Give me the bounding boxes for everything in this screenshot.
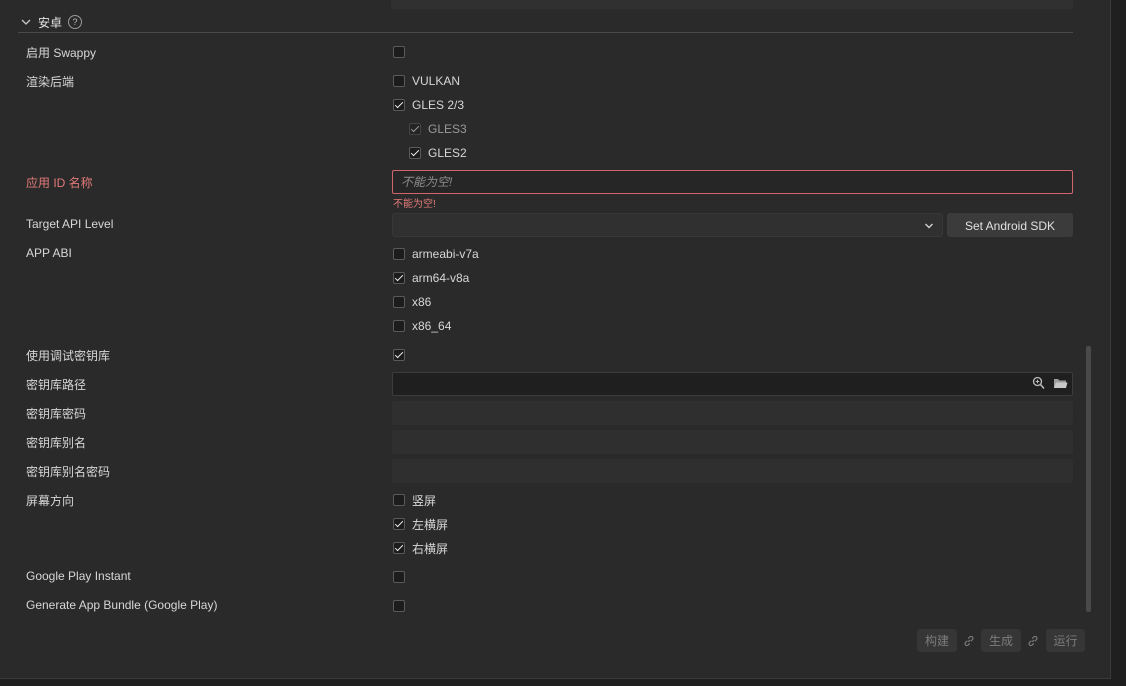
app-bundle-row[interactable] [393,598,405,614]
landscape-left-checkbox[interactable] [393,518,405,530]
link-icon [1028,635,1038,647]
render-backend-gles23[interactable]: GLES 2/3 [393,97,464,113]
gles2-label: GLES2 [428,146,467,160]
vulkan-label: VULKAN [412,74,461,88]
abi-x86[interactable]: x86 [393,294,431,310]
use-debug-keystore-row[interactable] [393,347,405,363]
make-button[interactable]: 生成 [981,629,1021,652]
render-backend-label: 渲染后端 [26,75,75,89]
orientation-landscape-left[interactable]: 左横屏 [393,516,448,532]
use-debug-keystore-label: 使用调试密钥库 [26,349,111,363]
x86-64-checkbox[interactable] [393,320,405,332]
x86-label: x86 [412,295,432,309]
section-title: 安卓 [38,15,63,30]
google-play-instant-checkbox[interactable] [393,571,405,583]
landscape-right-label: 右横屏 [412,541,449,556]
app-id-input[interactable] [393,171,1072,193]
x86-64-label: x86_64 [412,319,452,333]
swappy-label: 启用 Swappy [26,46,97,60]
app-id-field[interactable] [392,170,1073,194]
target-api-select[interactable] [392,213,943,237]
chevron-down-icon [925,223,933,229]
keystore-path-label: 密钥库路径 [26,378,87,392]
portrait-label: 竖屏 [412,493,437,508]
gles23-label: GLES 2/3 [412,98,465,112]
build-button[interactable]: 构建 [917,629,957,652]
abi-armeabi-v7a[interactable]: armeabi-v7a [393,246,479,262]
landscape-right-checkbox[interactable] [393,542,405,554]
keystore-alias-password-label: 密钥库别名密码 [26,465,111,479]
abi-arm64-v8a[interactable]: arm64-v8a [393,270,469,286]
set-android-sdk-button[interactable]: Set Android SDK [947,213,1073,237]
link-icon [964,635,974,647]
gles3-label: GLES3 [428,122,467,136]
gles23-checkbox[interactable] [393,99,405,111]
chevron-down-icon[interactable] [20,16,32,28]
section-header-android[interactable]: 安卓 ? [20,12,83,32]
gles3-checkbox [409,123,421,135]
keystore-password-label: 密钥库密码 [26,407,87,421]
arm64-v8a-label: arm64-v8a [412,271,470,285]
app-bundle-checkbox[interactable] [393,600,405,612]
armeabi-v7a-label: armeabi-v7a [412,247,479,261]
keystore-password-field[interactable] [392,401,1073,425]
folder-icon[interactable] [1053,376,1068,390]
keystore-alias-field[interactable] [392,430,1073,454]
abi-x86-64[interactable]: x86_64 [393,318,451,334]
app-bundle-label: Generate App Bundle (Google Play) [26,598,218,612]
orientation-landscape-right[interactable]: 右横屏 [393,540,448,556]
target-api-label: Target API Level [26,217,114,231]
section-divider [18,32,1073,33]
app-abi-label: APP ABI [26,246,72,260]
arm64-v8a-checkbox[interactable] [393,272,405,284]
swappy-checkbox-row[interactable] [393,44,405,60]
landscape-left-label: 左横屏 [412,517,449,532]
settings-panel: 安卓 ? 启用 Swappy 渲染后端 VULKAN GLES 2/3 GLES… [0,0,1111,679]
app-id-label: 应用 ID 名称 [26,176,93,190]
scrollbar-thumb[interactable] [1086,346,1091,612]
gles2-checkbox[interactable] [409,147,421,159]
app-id-error: 不能为空! [393,199,436,210]
search-icon[interactable] [1032,376,1045,390]
google-play-instant-label: Google Play Instant [26,569,131,583]
keystore-path-field[interactable] [392,372,1073,396]
render-backend-vulkan[interactable]: VULKAN [393,73,460,89]
help-circle-icon[interactable]: ? [68,15,83,29]
run-button[interactable]: 运行 [1046,629,1085,652]
render-backend-gles2[interactable]: GLES2 [409,145,467,161]
render-backend-gles3: GLES3 [409,121,467,137]
orientation-label: 屏幕方向 [26,494,75,508]
vulkan-checkbox[interactable] [393,75,405,87]
x86-checkbox[interactable] [393,296,405,308]
keystore-alias-password-field[interactable] [392,459,1073,483]
cut-off-input[interactable] [391,0,1073,9]
armeabi-v7a-checkbox[interactable] [393,248,405,260]
portrait-checkbox[interactable] [393,494,405,506]
keystore-alias-label: 密钥库别名 [26,436,87,450]
swappy-checkbox[interactable] [393,46,405,58]
orientation-portrait[interactable]: 竖屏 [393,492,436,508]
google-play-instant-row[interactable] [393,569,405,585]
use-debug-keystore-checkbox[interactable] [393,349,405,361]
